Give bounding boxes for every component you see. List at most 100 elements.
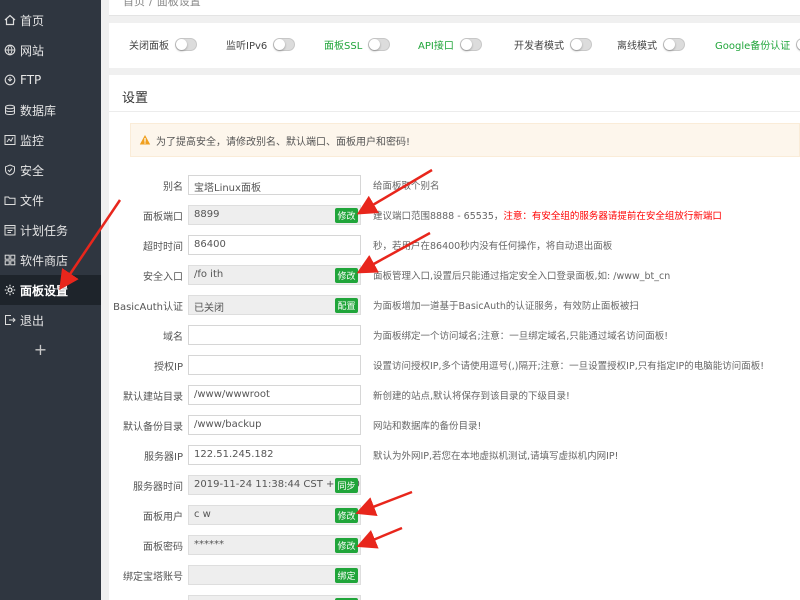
- backup-dir-input[interactable]: /www/backup: [188, 415, 361, 435]
- row-backup-dir: 默认备份目录 /www/backup 网站和数据库的备份目录!: [109, 415, 800, 435]
- monitor-icon: [3, 134, 16, 147]
- row-partial: [109, 595, 800, 600]
- toggle-switch[interactable]: [273, 38, 296, 51]
- folder-icon: [3, 194, 16, 207]
- toggle-label: 离线模式: [617, 41, 657, 52]
- breadcrumb-separator: /: [149, 0, 153, 8]
- logout-icon: [3, 314, 16, 327]
- breadcrumb-home[interactable]: 首页: [123, 0, 145, 9]
- row-hint: 默认为外网IP,若您在本地虚拟机测试,请填写虚拟机内网IP!: [373, 451, 619, 462]
- row-server-ip: 服务器IP 122.51.245.182 默认为外网IP,若您在本地虚拟机测试,…: [109, 445, 800, 465]
- sidebar-item-label: 首页: [20, 13, 45, 28]
- warning-text: 为了提高安全，请修改别名、默认端口、面板用户和密码!: [156, 136, 411, 148]
- store-icon: [3, 254, 16, 267]
- sidebar-item-logout[interactable]: 退出: [0, 305, 101, 335]
- row-label: 别名: [163, 182, 183, 193]
- modify-entry-button[interactable]: 修改: [335, 268, 358, 283]
- sidebar-item-security[interactable]: 安全: [0, 155, 101, 185]
- row-panel-port: 面板端口 8899 修改 建议端口范围8888 - 65535，注意：有安全组的…: [109, 205, 800, 225]
- toggle-panel-ssl[interactable]: 面板SSL: [324, 37, 391, 52]
- home-icon: [3, 14, 16, 27]
- row-authorized-ip: 授权IP 设置访问授权IP,多个请使用逗号(,)隔开;注意：一旦设置授权IP,只…: [109, 355, 800, 375]
- row-hint: 为面板增加一道基于BasicAuth的认证服务，有效防止面板被扫: [373, 301, 639, 312]
- toggle-close-panel[interactable]: 关闭面板: [129, 37, 197, 52]
- sidebar-item-cron[interactable]: 计划任务: [0, 215, 101, 245]
- sidebar-item-files[interactable]: 文件: [0, 185, 101, 215]
- sidebar-item-label: 监控: [20, 133, 45, 148]
- toggle-developer-mode[interactable]: 开发者模式: [514, 37, 592, 52]
- sidebar-item-ftp[interactable]: FTP: [0, 65, 101, 95]
- timeout-input[interactable]: 86400: [188, 235, 361, 255]
- row-panel-password: 面板密码 ****** 修改: [109, 535, 800, 555]
- sidebar-item-label: 文件: [20, 193, 45, 208]
- site-dir-input[interactable]: /www/wwwroot: [188, 385, 361, 405]
- sidebar-item-label: 计划任务: [20, 223, 69, 238]
- toggle-label[interactable]: Google备份认证: [715, 37, 790, 52]
- server-ip-input[interactable]: 122.51.245.182: [188, 445, 361, 465]
- toggle-google-auth[interactable]: Google备份认证: [715, 37, 800, 52]
- row-hint: 新创建的站点,默认将保存到该目录的下级目录!: [373, 391, 570, 402]
- toggle-api[interactable]: API接口: [418, 37, 482, 52]
- hint-warning-text: 注意：有安全组的服务器请提前在安全组放行新端口: [503, 211, 722, 222]
- row-label: 服务器时间: [133, 482, 183, 493]
- row-label: 服务器IP: [144, 452, 183, 463]
- authorized-ip-input[interactable]: [188, 355, 361, 375]
- warning-banner: 为了提高安全，请修改别名、默认端口、面板用户和密码!: [130, 123, 800, 157]
- toggle-switch[interactable]: [459, 38, 482, 51]
- sync-time-button[interactable]: 同步: [335, 478, 358, 493]
- toggle-ipv6[interactable]: 监听IPv6: [226, 37, 296, 52]
- main-content: 首页 / 面板设置 关闭面板 监听IPv6 面板SSL API接口 开发者模式 …: [101, 0, 800, 600]
- row-label: 面板用户: [143, 512, 183, 523]
- gear-icon: [3, 284, 16, 297]
- breadcrumb: 首页 / 面板设置: [123, 0, 201, 9]
- toggle-switch[interactable]: [663, 38, 685, 51]
- row-label: 默认建站目录: [123, 392, 183, 403]
- toggle-label: 关闭面板: [129, 41, 169, 52]
- bind-account-button[interactable]: 绑定: [335, 568, 358, 583]
- row-bind-account: 绑定宝塔账号 绑定: [109, 565, 800, 585]
- row-hint: 设置访问授权IP,多个请使用逗号(,)隔开;注意：一旦设置授权IP,只有指定IP…: [373, 361, 765, 372]
- row-hint: 建议端口范围8888 - 65535，注意：有安全组的服务器请提前在安全组放行新…: [373, 208, 722, 222]
- toggle-switch[interactable]: [368, 38, 391, 51]
- shield-icon: [3, 164, 16, 177]
- row-panel-user: 面板用户 c w 修改: [109, 505, 800, 525]
- add-menu-button[interactable]: +: [0, 335, 101, 363]
- clock-icon: [3, 224, 16, 237]
- row-label: 授权IP: [154, 362, 183, 373]
- row-label: 域名: [163, 332, 183, 343]
- sidebar-item-label: FTP: [20, 73, 42, 87]
- alias-input[interactable]: 宝塔Linux面板: [188, 175, 361, 195]
- sidebar-item-monitor[interactable]: 监控: [0, 125, 101, 155]
- modify-port-button[interactable]: 修改: [335, 208, 358, 223]
- toggle-label: 监听IPv6: [226, 41, 268, 52]
- toggle-switch[interactable]: [796, 38, 800, 51]
- globe-icon: [3, 44, 16, 57]
- ftp-icon: [3, 74, 16, 87]
- toggle-label[interactable]: 面板SSL: [324, 37, 362, 52]
- row-security-entry: 安全入口 /fo ith 修改 面板管理入口,设置后只能通过指定安全入口登录面板…: [109, 265, 800, 285]
- sidebar-item-label: 面板设置: [20, 283, 69, 298]
- configure-basic-auth-button[interactable]: 配置: [335, 298, 358, 313]
- divider: [109, 111, 800, 112]
- modify-user-button[interactable]: 修改: [335, 508, 358, 523]
- row-site-dir: 默认建站目录 /www/wwwroot 新创建的站点,默认将保存到该目录的下级目…: [109, 385, 800, 405]
- toggle-offline-mode[interactable]: 离线模式: [617, 37, 685, 52]
- row-basic-auth: BasicAuth认证 已关闭 配置 为面板增加一道基于BasicAuth的认证…: [109, 295, 800, 315]
- sidebar-item-panel-settings[interactable]: 面板设置: [0, 275, 101, 305]
- row-label: 面板密码: [143, 542, 183, 553]
- row-server-time: 服务器时间 2019-11-24 11:38:44 CST +0800 同步: [109, 475, 800, 495]
- sidebar-item-home[interactable]: 首页: [0, 5, 101, 35]
- sidebar-item-store[interactable]: 软件商店: [0, 245, 101, 275]
- sidebar-item-websites[interactable]: 网站: [0, 35, 101, 65]
- toggle-label: 开发者模式: [514, 41, 564, 52]
- sidebar-item-database[interactable]: 数据库: [0, 95, 101, 125]
- modify-password-button[interactable]: 修改: [335, 538, 358, 553]
- domain-input[interactable]: [188, 325, 361, 345]
- toggle-label[interactable]: API接口: [418, 37, 454, 52]
- row-label: 超时时间: [143, 242, 183, 253]
- toggle-switch[interactable]: [175, 38, 197, 51]
- sidebar-item-label: 软件商店: [20, 253, 69, 268]
- row-label: 面板端口: [143, 212, 183, 223]
- sidebar-item-label: 退出: [20, 313, 45, 328]
- toggle-switch[interactable]: [570, 38, 592, 51]
